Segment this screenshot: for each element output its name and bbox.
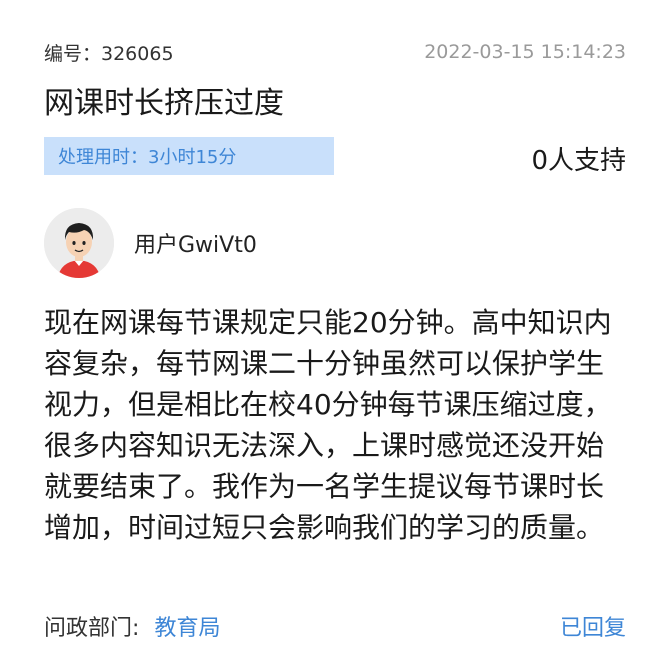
user-avatar-icon[interactable]: [44, 208, 114, 278]
support-count[interactable]: 0人支持: [531, 140, 626, 177]
department-label: 问政部门:: [44, 616, 140, 641]
processing-time-badge: 处理用时：3小时15分: [44, 137, 334, 175]
user-info[interactable]: 用户GwiVt0: [44, 208, 257, 278]
post-footer: 问政部门: 教育局 已回复: [44, 608, 626, 644]
user-name[interactable]: 用户GwiVt0: [134, 227, 257, 259]
post-meta-row: 编号：326065 2022-03-15 15:14:23: [44, 38, 626, 66]
reply-status[interactable]: 已回复: [560, 610, 626, 642]
department-info: 问政部门: 教育局: [44, 610, 221, 642]
department-link[interactable]: 教育局: [155, 616, 221, 641]
post-datetime: 2022-03-15 15:14:23: [424, 41, 626, 63]
post-number: 编号：326065: [44, 42, 174, 65]
post-title: 网课时长挤压过度: [44, 86, 284, 121]
processing-time-label: 处理用时：3小时15分: [58, 147, 237, 168]
post-content: 现在网课每节课规定只能20分钟。高中知识内容复杂，每节网课二十分钟虽然可以保护学…: [44, 306, 612, 544]
